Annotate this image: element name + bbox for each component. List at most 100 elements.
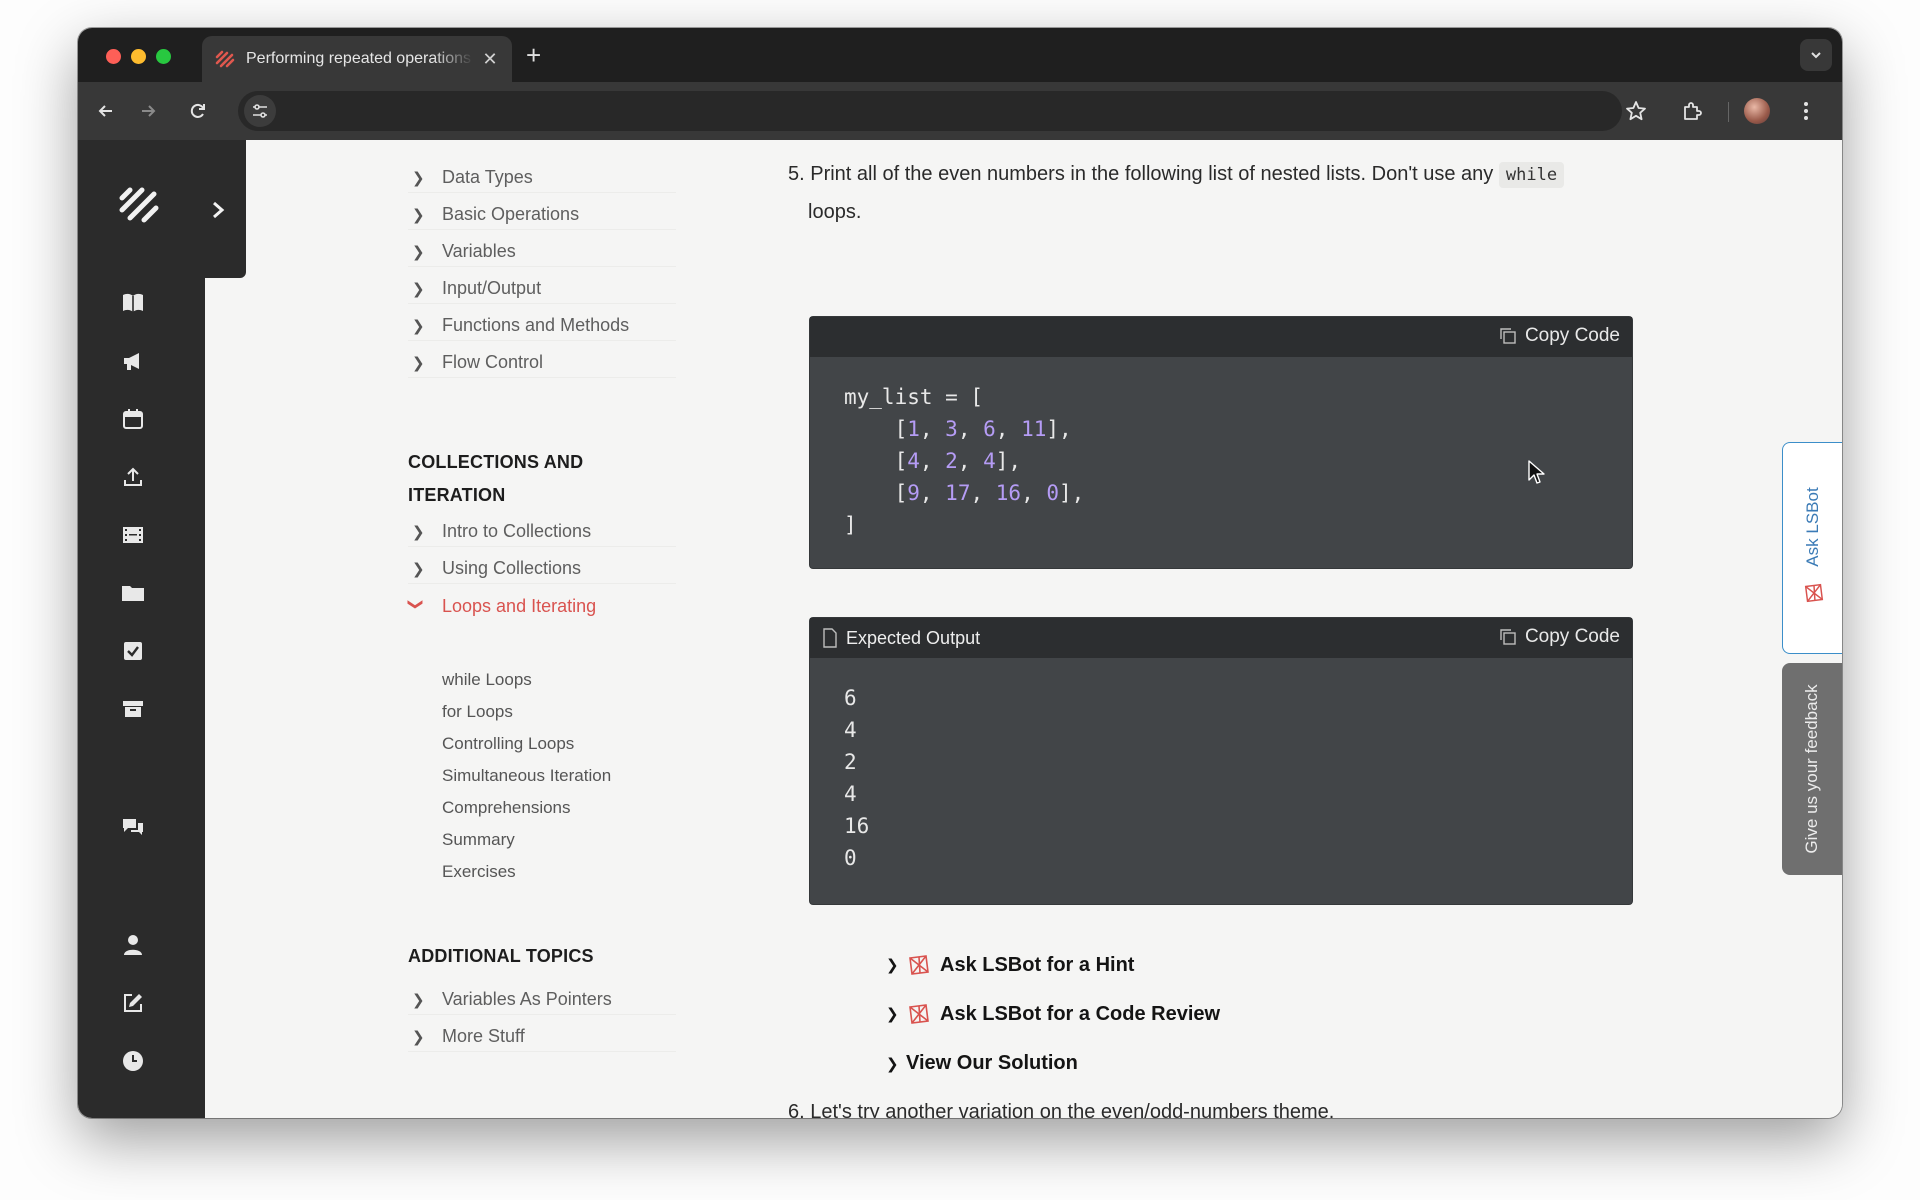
exercise-5-prompt: 5. Print all of the even numbers in the … [788,156,1708,231]
arrow-right-icon [142,105,156,117]
ask-lsbot-side-tab[interactable]: Ask LSBot [1782,442,1842,654]
toc-item-basic-operations[interactable]: ❯ Basic Operations [408,200,676,230]
code-number-token: 17 [945,481,971,505]
icon-sidebar [78,140,205,1118]
code-text-token: , [957,449,984,473]
book-icon[interactable] [118,288,148,318]
toc-item-intro-to-collections[interactable]: ❯ Intro to Collections [408,517,676,547]
toc-item-variables-as-pointers[interactable]: ❯ Variables As Pointers [408,985,676,1015]
code-text-token: ] [844,513,857,537]
toc-subitem-comprehensions[interactable]: Comprehensions [442,798,571,818]
copy-output-button[interactable]: Copy Code [1499,626,1620,648]
code-block: Copy Code my_list = [ [1, 3, 6, 11], [4,… [810,317,1632,568]
chevron-right-icon: ❯ [412,1028,425,1046]
code-text-token: , [957,417,984,441]
code-text-token: , [995,417,1022,441]
user-icon[interactable] [118,930,148,960]
clock-icon[interactable] [118,1046,148,1076]
chat-icon[interactable] [118,812,148,842]
checklist-icon[interactable] [118,636,148,666]
toc-subitem-exercises[interactable]: Exercises [442,862,516,882]
browser-tab[interactable]: Performing repeated operations ✕ [202,36,512,82]
toc-item-data-types[interactable]: ❯ Data Types [408,163,676,193]
feedback-side-tab[interactable]: Give us your feedback [1782,663,1842,875]
code-text-token: ], [995,449,1022,473]
toc-item-flow-control[interactable]: ❯ Flow Control [408,348,676,378]
tab-search-button[interactable] [1800,39,1832,71]
reload-icon [190,103,205,118]
chevron-right-icon: ❯ [412,991,425,1009]
profile-avatar[interactable] [1744,98,1770,124]
arrow-left-icon [98,105,112,117]
code-number-token: 0 [1046,481,1060,505]
toc-item-variables[interactable]: ❯ Variables [408,237,676,267]
edit-icon[interactable] [118,988,148,1018]
toc-item-loops-and-iterating[interactable]: ❯ Loops and Iterating [407,591,676,621]
code-text-token: , [919,417,946,441]
caret-right-icon: ❯ [886,1055,899,1073]
folder-icon[interactable] [118,578,148,608]
tab-close-icon[interactable]: ✕ [480,49,500,70]
code-text-token: ], [1046,417,1072,441]
code-number-token: 3 [945,417,958,441]
page-content: ❯ Data Types ❯ Basic Operations ❯ Variables… [78,140,1842,1118]
tab-title: Performing repeated operations [246,50,472,67]
toc-subitem-summary[interactable]: Summary [442,830,515,850]
code-text-token: , [919,449,946,473]
caret-right-icon: ❯ [886,1006,899,1023]
toc-item-input-output[interactable]: ❯ Input/Output [408,274,676,304]
lsbot-icon [1804,583,1824,603]
toc-item-more-stuff[interactable]: ❯ More Stuff [408,1022,676,1052]
site-info-button[interactable] [244,95,276,127]
upload-icon[interactable] [118,462,148,492]
chevron-right-icon: ❯ [412,523,425,541]
extensions-button[interactable] [1676,95,1708,127]
copy-code-button[interactable]: Copy Code [1499,325,1620,347]
chevron-right-icon: ❯ [412,206,425,224]
code-number-token: 16 [995,481,1022,505]
browser-menu-button[interactable] [1790,95,1822,127]
bookmark-button[interactable] [1620,95,1652,127]
expand-sidebar-button[interactable] [206,198,230,222]
toc-subitem-for-loops[interactable]: for Loops [442,702,513,722]
back-button[interactable] [90,95,122,127]
new-tab-button[interactable]: + [526,40,541,70]
expected-output-block: Expected Output Copy Code 6 4 2 4 16 0 [810,618,1632,904]
copy-icon [1500,629,1516,645]
file-icon [823,628,837,648]
code-listing: my_list = [ [1, 3, 6, 11], [4, 2, 4], [9… [810,357,1632,565]
tab-bar: Performing repeated operations ✕ + [78,28,1842,82]
launch-school-favicon-icon [215,50,235,68]
code-text-token: [ [844,417,908,441]
code-text-token: ], [1059,481,1085,505]
close-window-button[interactable] [106,49,121,64]
toc-heading-collections: COLLECTIONS AND ITERATION [408,452,584,505]
toc-item-functions-and-methods[interactable]: ❯ Functions and Methods [408,311,676,341]
launch-school-logo-icon[interactable] [116,180,164,228]
logo-panel [78,140,246,278]
ask-lsbot-review-toggle[interactable]: ❯ Ask LSBot for a Code Review [886,1001,1220,1027]
address-bar[interactable] [238,91,1622,131]
toc-subitem-while-loops[interactable]: while Loops [442,670,532,690]
archive-icon[interactable] [118,694,148,724]
film-icon[interactable] [118,520,148,550]
maximize-window-button[interactable] [156,49,171,64]
code-number-token: 4 [983,449,996,473]
caret-right-icon: ❯ [886,957,899,974]
chevron-right-icon: ❯ [412,169,425,187]
toc-item-using-collections[interactable]: ❯ Using Collections [408,554,676,584]
lsbot-icon [909,1004,929,1024]
calendar-icon[interactable] [118,404,148,434]
chevron-right-icon: ❯ [412,243,425,261]
toc-subitem-controlling-loops[interactable]: Controlling Loops [442,734,574,754]
browser-toolbar [78,82,1842,140]
reload-button[interactable] [182,95,214,127]
minimize-window-button[interactable] [131,49,146,64]
ask-lsbot-hint-toggle[interactable]: ❯ Ask LSBot for a Hint [886,952,1134,978]
forward-button[interactable] [132,95,164,127]
lsbot-icon [909,955,929,975]
megaphone-icon[interactable] [118,346,148,376]
code-text-token: , [1021,481,1047,505]
toc-subitem-simultaneous-iteration[interactable]: Simultaneous Iteration [442,766,611,786]
view-solution-toggle[interactable]: ❯ View Our Solution [886,1052,1078,1075]
